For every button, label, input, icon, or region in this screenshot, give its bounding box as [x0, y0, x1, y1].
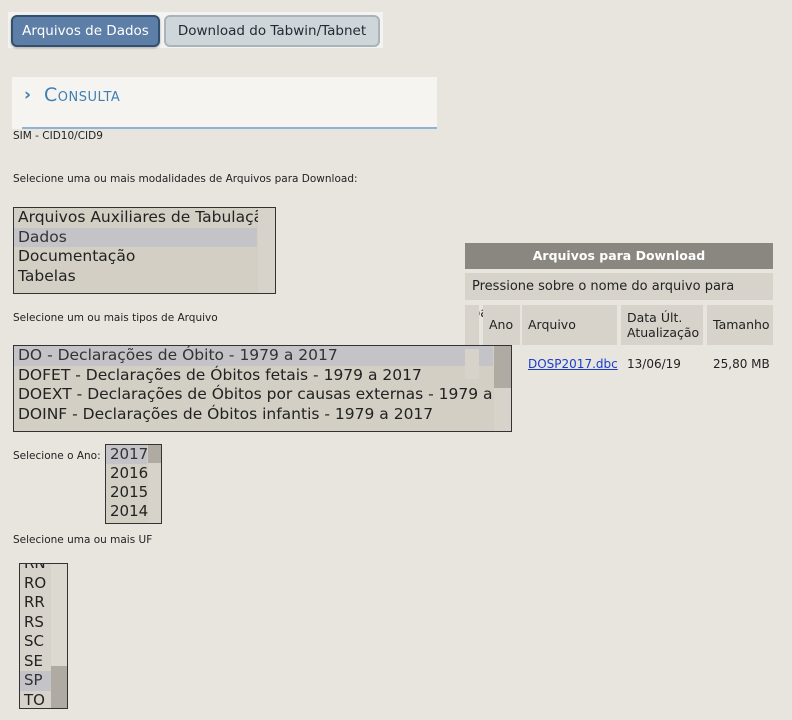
tipo-option[interactable]: DOINF - Declarações de Óbitos infantis -… [14, 405, 493, 425]
tipo-option[interactable]: DOEXT - Declarações de Óbitos por causas… [14, 385, 511, 405]
downloads-instruction: Pressione sobre o nome do arquivo para b… [465, 273, 773, 321]
uf-option[interactable]: SP [20, 671, 51, 691]
table-cell-tamanho: 25,80 MB [713, 357, 770, 371]
uf-listbox[interactable]: RN RO RR RS SC SE SP TO [19, 563, 68, 709]
uf-option[interactable]: TO [20, 691, 51, 709]
column-header-arquivo: Arquivo [522, 305, 617, 345]
uf-label: Selecione uma ou mais UF [13, 534, 153, 546]
listbox-scrollbar[interactable] [51, 564, 67, 708]
table-cell-data: 13/06/19 [627, 357, 681, 371]
uf-option[interactable]: RS [20, 613, 51, 633]
modalidade-option[interactable]: Dados [14, 227, 257, 247]
scrollbar-thumb[interactable] [148, 445, 161, 463]
uf-option[interactable]: RR [20, 593, 51, 613]
tab-download-tabwin-tabnet[interactable]: Download do Tabwin/Tabnet [164, 15, 380, 47]
scrollbar-thumb[interactable] [51, 666, 67, 708]
ano-option[interactable]: 2017 [106, 445, 148, 464]
uf-option[interactable]: RO [20, 574, 51, 594]
file-download-link[interactable]: DOSP2017.dbc [528, 357, 618, 371]
listbox-scrollbar[interactable] [258, 208, 275, 293]
table-cell-ano [483, 349, 520, 379]
title-underline [22, 127, 437, 129]
tipo-option[interactable]: DO - Declarações de Óbito - 1979 a 2017 [14, 346, 493, 366]
tipos-label: Selecione um ou mais tipos de Arquivo [13, 312, 218, 324]
downloads-table: Ano Arquivo Data Últ. Atualização Tamanho… [465, 305, 773, 385]
modalidade-option[interactable]: Documentação [14, 247, 257, 267]
column-header-tamanho: Tamanho [707, 305, 773, 345]
ano-option[interactable]: 2014 [106, 502, 148, 521]
uf-option[interactable]: SE [20, 652, 51, 672]
tab-bar: Arquivos de Dados Download do Tabwin/Tab… [8, 12, 383, 48]
tab-arquivos-de-dados[interactable]: Arquivos de Dados [11, 15, 160, 47]
table-cell-blank [465, 349, 479, 379]
modalidades-listbox[interactable]: Arquivos Auxiliares de Tabulação Dados D… [13, 207, 276, 294]
tipo-option[interactable]: DOFET - Declarações de Óbitos fetais - 1… [14, 366, 493, 386]
ano-listbox[interactable]: 2017 2016 2015 2014 [105, 444, 162, 524]
modalidades-label: Selecione uma ou mais modalidades de Arq… [13, 173, 358, 185]
ano-option[interactable]: 2016 [106, 464, 148, 483]
page-title: Consulta [44, 84, 121, 106]
downloads-panel: Arquivos para Download Pressione sobre o… [465, 243, 773, 385]
table-header-blank [465, 305, 479, 345]
system-label: SIM - CID10/CID9 [13, 130, 103, 142]
listbox-scrollbar[interactable] [148, 445, 161, 523]
consulta-header: › Consulta [12, 77, 437, 129]
downloads-header: Arquivos para Download [465, 243, 773, 269]
column-header-ano: Ano [483, 305, 520, 345]
table-cell-arquivo: DOSP2017.dbc [528, 349, 620, 379]
modalidade-option[interactable]: Arquivos Auxiliares de Tabulação [14, 208, 273, 228]
ano-option[interactable]: 2015 [106, 483, 148, 502]
modalidade-option[interactable]: Tabelas [14, 267, 257, 287]
column-header-data: Data Últ. Atualização [621, 305, 703, 345]
ano-label: Selecione o Ano: [13, 450, 101, 462]
uf-option[interactable]: RN [20, 564, 51, 574]
uf-option[interactable]: SC [20, 632, 51, 652]
tipos-listbox[interactable]: DO - Declarações de Óbito - 1979 a 2017 … [13, 345, 512, 432]
chevron-right-icon: › [24, 85, 32, 105]
